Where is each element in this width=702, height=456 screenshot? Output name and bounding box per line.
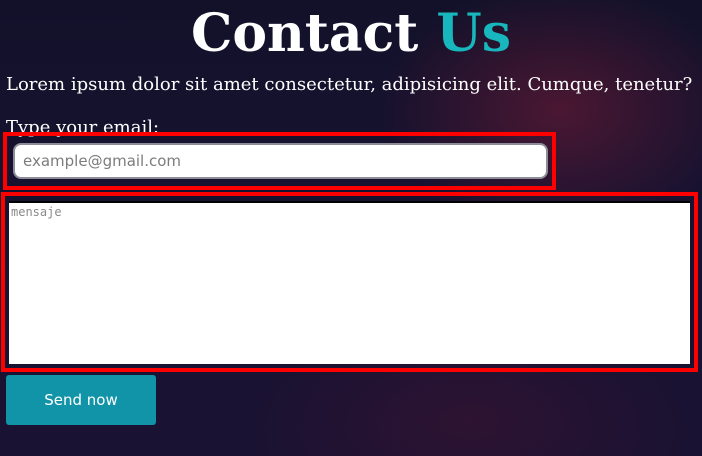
email-highlight-frame bbox=[3, 132, 556, 190]
intro-text: Lorem ipsum dolor sit amet consectetur, … bbox=[6, 74, 693, 95]
page-title: Contact Us bbox=[0, 2, 702, 66]
title-main: Contact bbox=[190, 3, 419, 64]
message-highlight-frame bbox=[1, 192, 698, 372]
message-textarea[interactable] bbox=[9, 201, 690, 364]
email-input[interactable] bbox=[13, 143, 548, 179]
title-accent: Us bbox=[436, 3, 511, 64]
send-now-button[interactable]: Send now bbox=[6, 375, 156, 425]
